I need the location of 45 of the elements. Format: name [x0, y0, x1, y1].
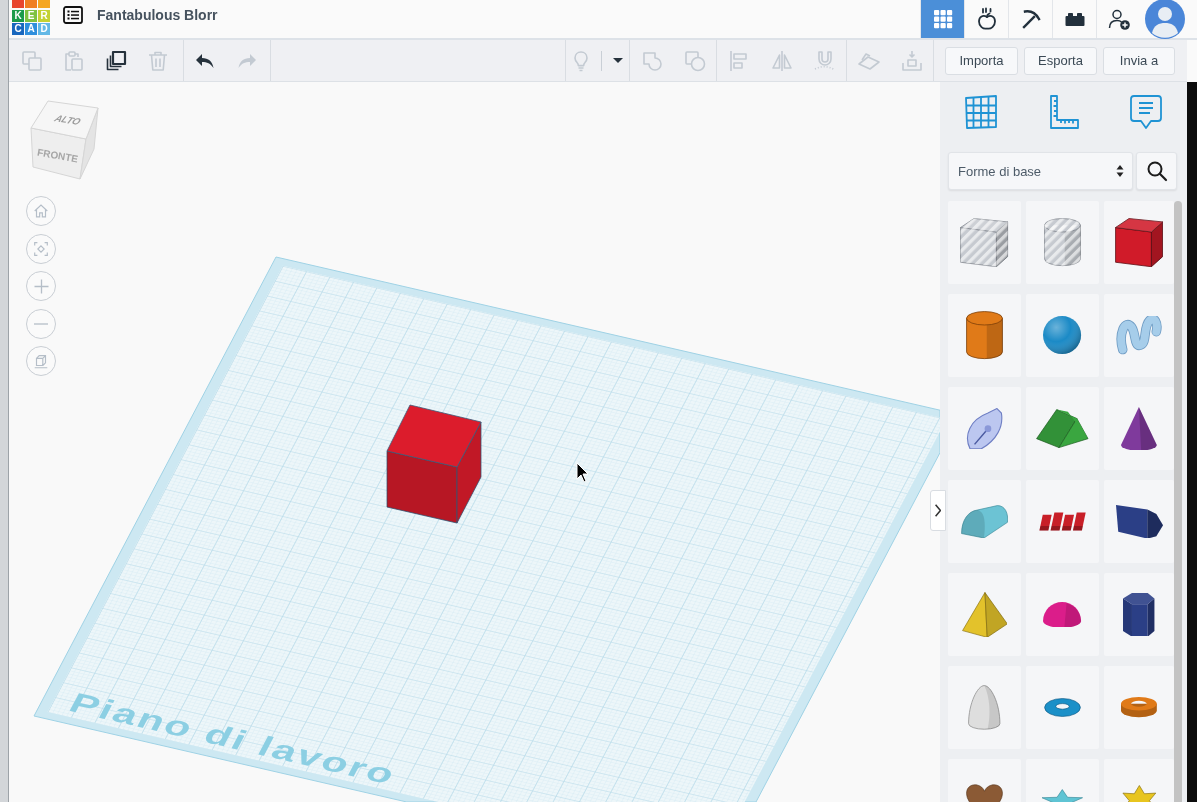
overlapping-shapes-icon — [682, 48, 707, 73]
mirror-icon — [769, 48, 794, 73]
collapse-panel-button[interactable] — [930, 490, 946, 531]
scrollbar[interactable] — [1174, 201, 1182, 802]
zoom-in-button[interactable] — [26, 271, 56, 301]
logo-letter: K — [12, 9, 24, 22]
search-button[interactable] — [1136, 152, 1177, 190]
logo-letter: D — [38, 23, 50, 35]
copy-icon — [20, 48, 44, 73]
clipboard-icon — [62, 48, 86, 73]
cube-outline-icon — [32, 352, 50, 370]
shape-card[interactable] — [1026, 573, 1099, 656]
logo-letter: C — [12, 23, 24, 35]
export-button[interactable]: Esporta — [1024, 46, 1097, 75]
mouse-pointer-icon — [576, 462, 589, 483]
send-button[interactable]: Invia a — [1103, 46, 1175, 75]
home-button[interactable] — [26, 196, 56, 226]
logo-letter: R — [38, 9, 50, 22]
fit-view-icon — [32, 239, 50, 258]
shape-card[interactable] — [1104, 573, 1174, 656]
zoom-out-button[interactable] — [26, 308, 56, 339]
caret-icon — [613, 58, 623, 63]
zoom-in-icon — [33, 278, 49, 294]
zoom-out-icon — [34, 322, 48, 325]
tray-arrow-icon — [899, 48, 924, 73]
shape-card[interactable] — [1026, 480, 1099, 563]
fit-view-button[interactable] — [26, 233, 56, 264]
shape-card[interactable] — [1104, 387, 1174, 470]
design-title[interactable]: Fantabulous Blorr — [97, 5, 218, 25]
projection-button[interactable] — [26, 346, 56, 376]
workplane-label: Piano di lavoro — [64, 687, 403, 791]
import-button[interactable]: Importa — [945, 46, 1018, 75]
list-icon[interactable] — [63, 6, 83, 24]
category-dropdown[interactable]: Forme di base — [948, 152, 1133, 190]
stacked-squares-icon — [104, 48, 128, 73]
chevron-icon — [935, 504, 941, 517]
search-icon — [1145, 160, 1168, 182]
logo-letter: A — [25, 23, 37, 35]
shape-card[interactable] — [1104, 480, 1174, 563]
shape-card[interactable] — [1104, 201, 1174, 284]
logo-letter: E — [25, 9, 37, 22]
avatar-icon[interactable] — [1145, 0, 1185, 39]
add-user-icon — [1106, 7, 1131, 31]
updown-arrows-icon — [1116, 164, 1124, 178]
home-icon — [32, 202, 50, 220]
